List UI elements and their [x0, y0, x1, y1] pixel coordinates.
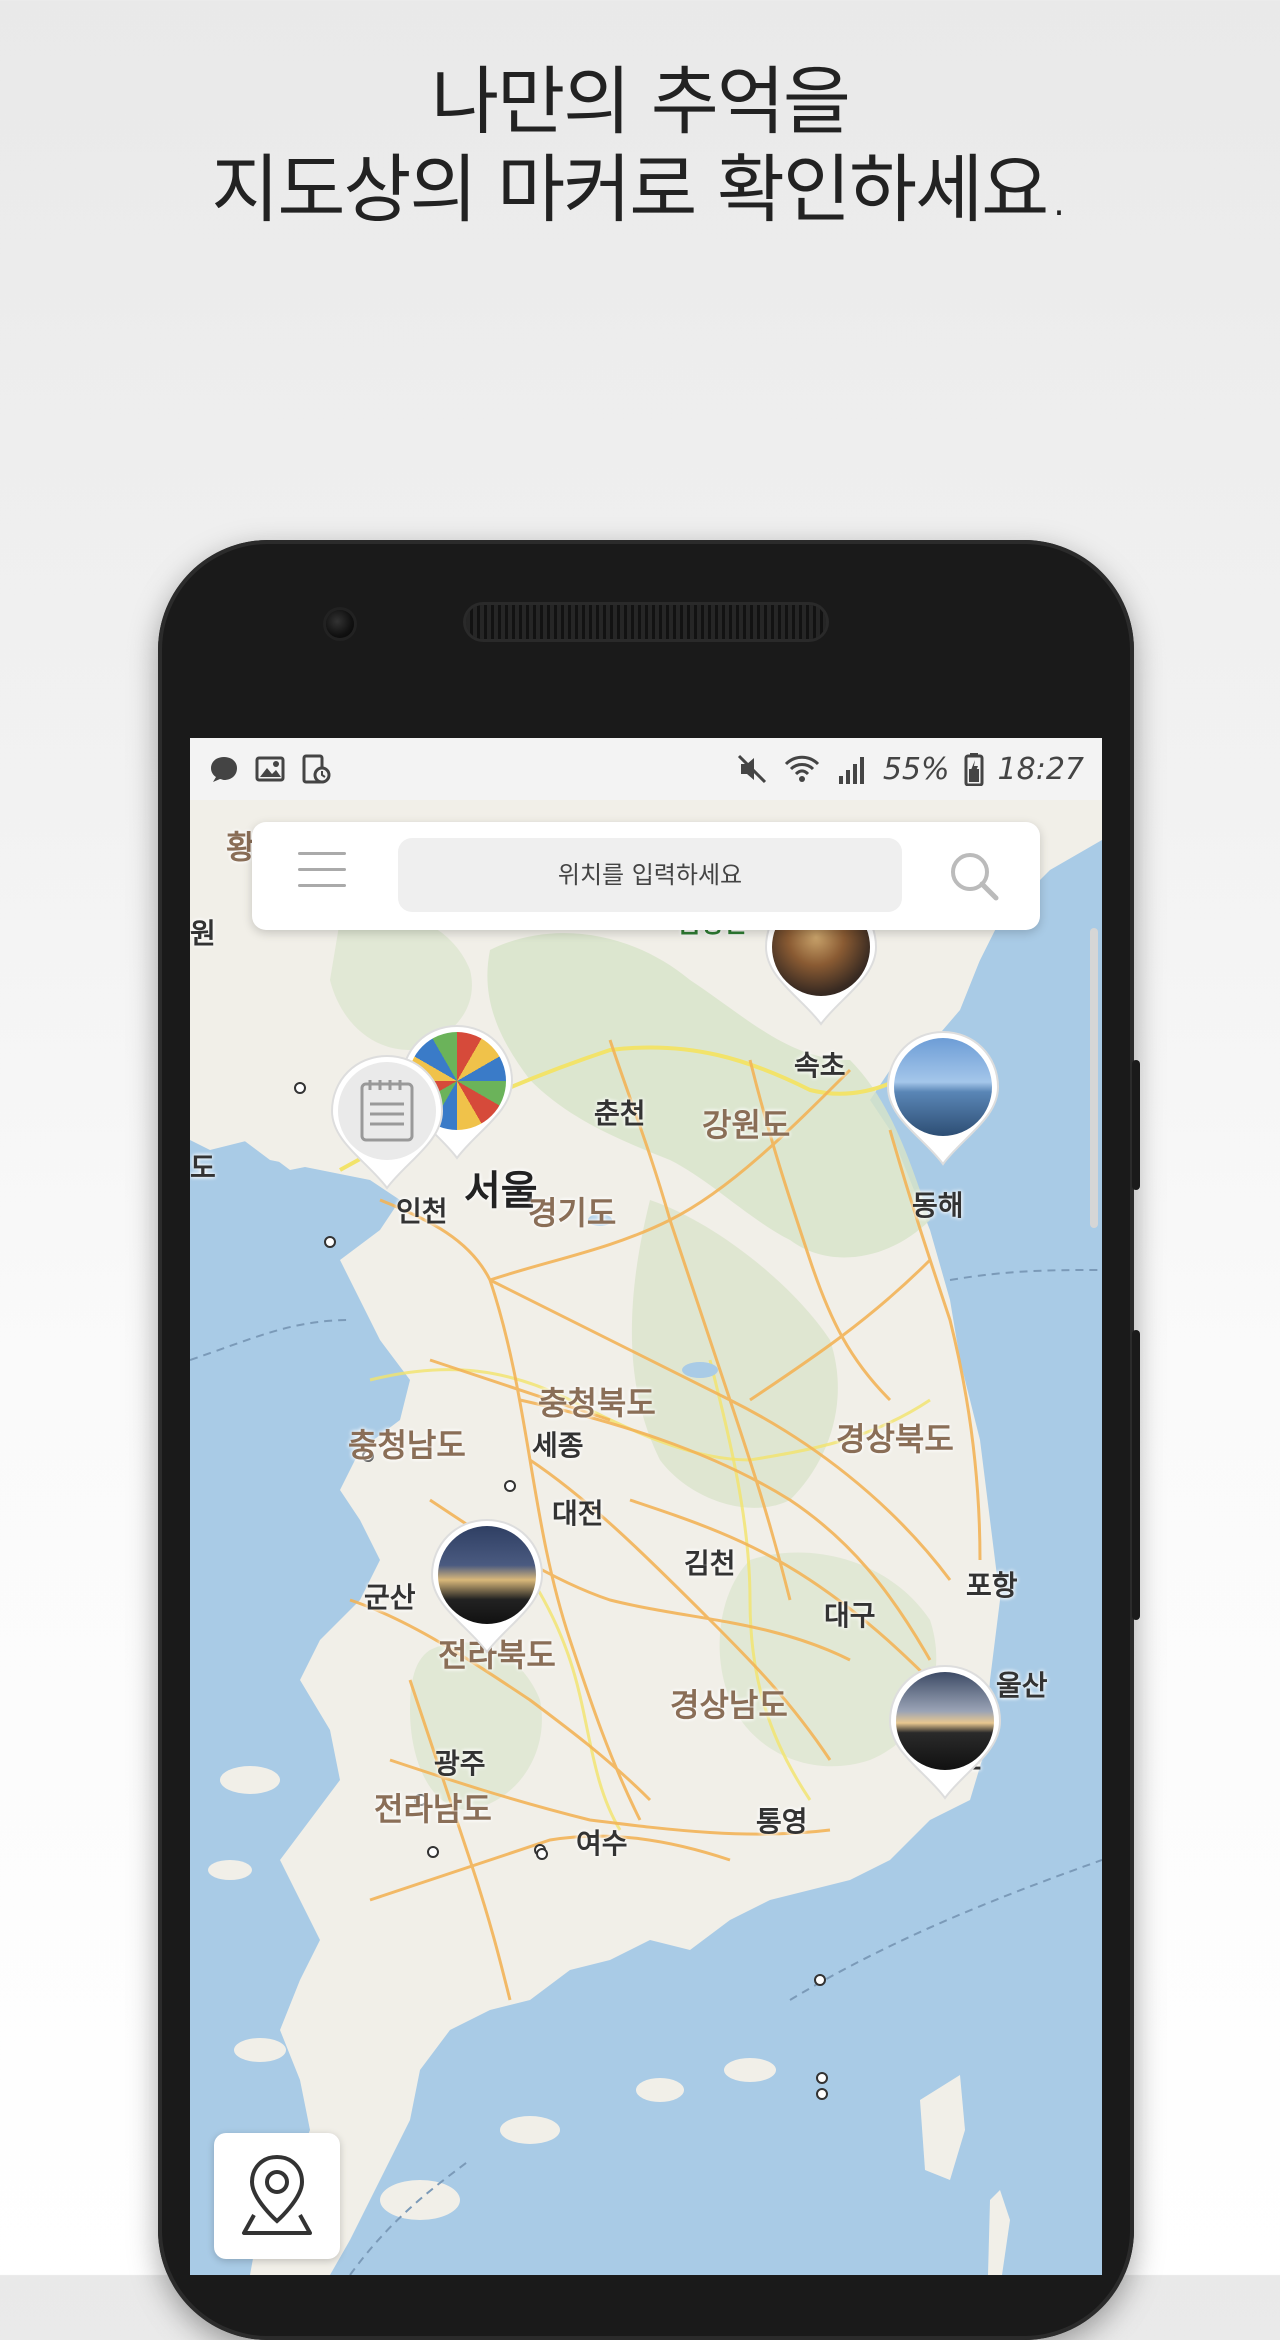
label-sejong: 세종 [532, 1429, 584, 1462]
label-yeosu: 여수 [576, 1827, 628, 1860]
volume-button [1132, 1060, 1140, 1190]
search-input[interactable] [398, 838, 902, 912]
label-seoul: 서울 [464, 1168, 538, 1214]
marker-photo [894, 1038, 992, 1136]
label-chungbuk: 충청북도 [538, 1384, 656, 1422]
label-donghae: 동해 [912, 1189, 964, 1222]
headline-line-2: 지도상의 마커로 확인하세요. [211, 147, 1071, 233]
label-gyeonggi: 경기도 [528, 1194, 617, 1232]
map-scrollbar [1090, 928, 1098, 1228]
signal-icon [838, 757, 864, 784]
label-chuncheon: 춘천 [594, 1097, 646, 1130]
headline-line-1: 나만의 추억을 [430, 59, 851, 145]
promo-headline: 나만의 추억을 지도상의 마커로 확인하세요. [0, 58, 1280, 234]
clock: 18:27 [997, 751, 1084, 787]
search-icon[interactable] [946, 848, 1002, 904]
label-gyeongbuk: 경상북도 [836, 1420, 954, 1458]
memo-icon [338, 1062, 436, 1160]
current-location-button[interactable] [214, 2133, 340, 2259]
location-pin-icon [242, 2154, 312, 2235]
memory-marker-gunsan[interactable] [428, 1516, 546, 1656]
label-edge-won: 원 [190, 917, 216, 950]
status-bar: 55% 18:27 [190, 738, 1102, 800]
label-edge-do: 도 [190, 1151, 216, 1184]
power-button [1132, 1330, 1140, 1620]
label-jeonnam: 전라남도 [374, 1790, 492, 1828]
battery-percent: 55% [882, 751, 950, 787]
label-daejeon: 대전 [552, 1497, 604, 1530]
memory-marker-donghae[interactable] [884, 1028, 1002, 1168]
battery-icon [964, 753, 984, 786]
label-daegu: 대구 [824, 1599, 876, 1632]
marker-photo [438, 1526, 536, 1624]
label-gunsan: 군산 [364, 1581, 416, 1614]
label-chungnam: 충청남도 [348, 1426, 466, 1464]
label-tongyeong: 통영 [756, 1805, 808, 1838]
label-incheon: 인천 [396, 1195, 448, 1228]
front-camera [326, 610, 354, 638]
label-sokcho: 속초 [794, 1049, 846, 1082]
mute-icon [737, 754, 766, 784]
image-icon [255, 756, 285, 782]
label-gwangju: 광주 [434, 1747, 486, 1780]
earpiece-speaker [466, 605, 826, 639]
memory-marker-busan[interactable] [886, 1662, 1004, 1802]
schedule-icon [302, 754, 331, 784]
marker-photo [896, 1672, 994, 1770]
label-gyeongnam: 경상남도 [670, 1686, 788, 1724]
search-bar [252, 822, 1040, 930]
hamburger-menu-icon[interactable] [298, 852, 346, 900]
app-screen: 55% 18:27 원 춘천 강원도 도 서울 인천 경기도 충청북도 충청남도… [190, 738, 1102, 2275]
map-view[interactable]: 황해북도 원 금강산 개성 춘천 강원도 도 서울 인천 경기도 충청북도 충청… [190, 800, 1102, 2275]
label-gimcheon: 김천 [684, 1547, 736, 1580]
chat-bubble-icon [211, 757, 237, 782]
label-gangwon: 강원도 [702, 1106, 791, 1144]
label-pohang: 포항 [966, 1569, 1018, 1602]
wifi-icon [784, 755, 819, 782]
korea-map [190, 800, 1102, 2275]
memory-marker-incheon-memo[interactable] [328, 1052, 446, 1192]
